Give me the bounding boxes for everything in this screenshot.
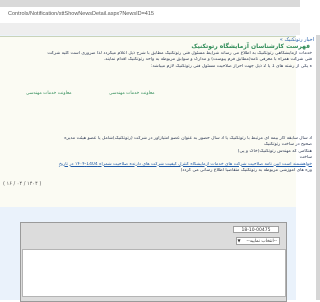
- link-line: وره های آموزشی مربوطه به رتوتکنیک متقاضی…: [180, 167, 312, 173]
- selection-dropdown[interactable]: --انتخاب نمایید--: [236, 237, 280, 245]
- address-bar[interactable]: Controls/Notification/sttShowNewsDetail.…: [0, 7, 300, 24]
- vertical-scrollbar[interactable]: [316, 35, 320, 300]
- news-title: فهرست کارشناسان آزمایشگاه رتوتکنیک: [191, 43, 310, 50]
- code-field[interactable]: 18-10-00475: [233, 226, 279, 233]
- chevron-down-icon[interactable]: ▼: [236, 237, 242, 245]
- column-label: معاونت خدمات مهندسی: [26, 91, 72, 96]
- address-url[interactable]: Controls/Notification/sttShowNewsDetail.…: [8, 11, 154, 17]
- news-body: خدمات آزمایشگاهی رتوتکنیک به اطلاع می رس…: [0, 51, 312, 70]
- news-links: 3 سال سابقه کار بیمه ای مرتبط با رتوتکنی…: [0, 136, 312, 174]
- form-content-area: [22, 249, 286, 297]
- window-top-bar: [0, 0, 300, 7]
- news-date: ( ۱۶ / ۰۴ / ۱۴۰۴ ): [3, 181, 42, 187]
- toolbar-band: [0, 23, 300, 35]
- column-label: معاونت خدمات مهندسی: [109, 91, 155, 96]
- body-line: ه یکی از رشته های 1 یا 2 ذیل جهت احراز ص…: [151, 63, 312, 69]
